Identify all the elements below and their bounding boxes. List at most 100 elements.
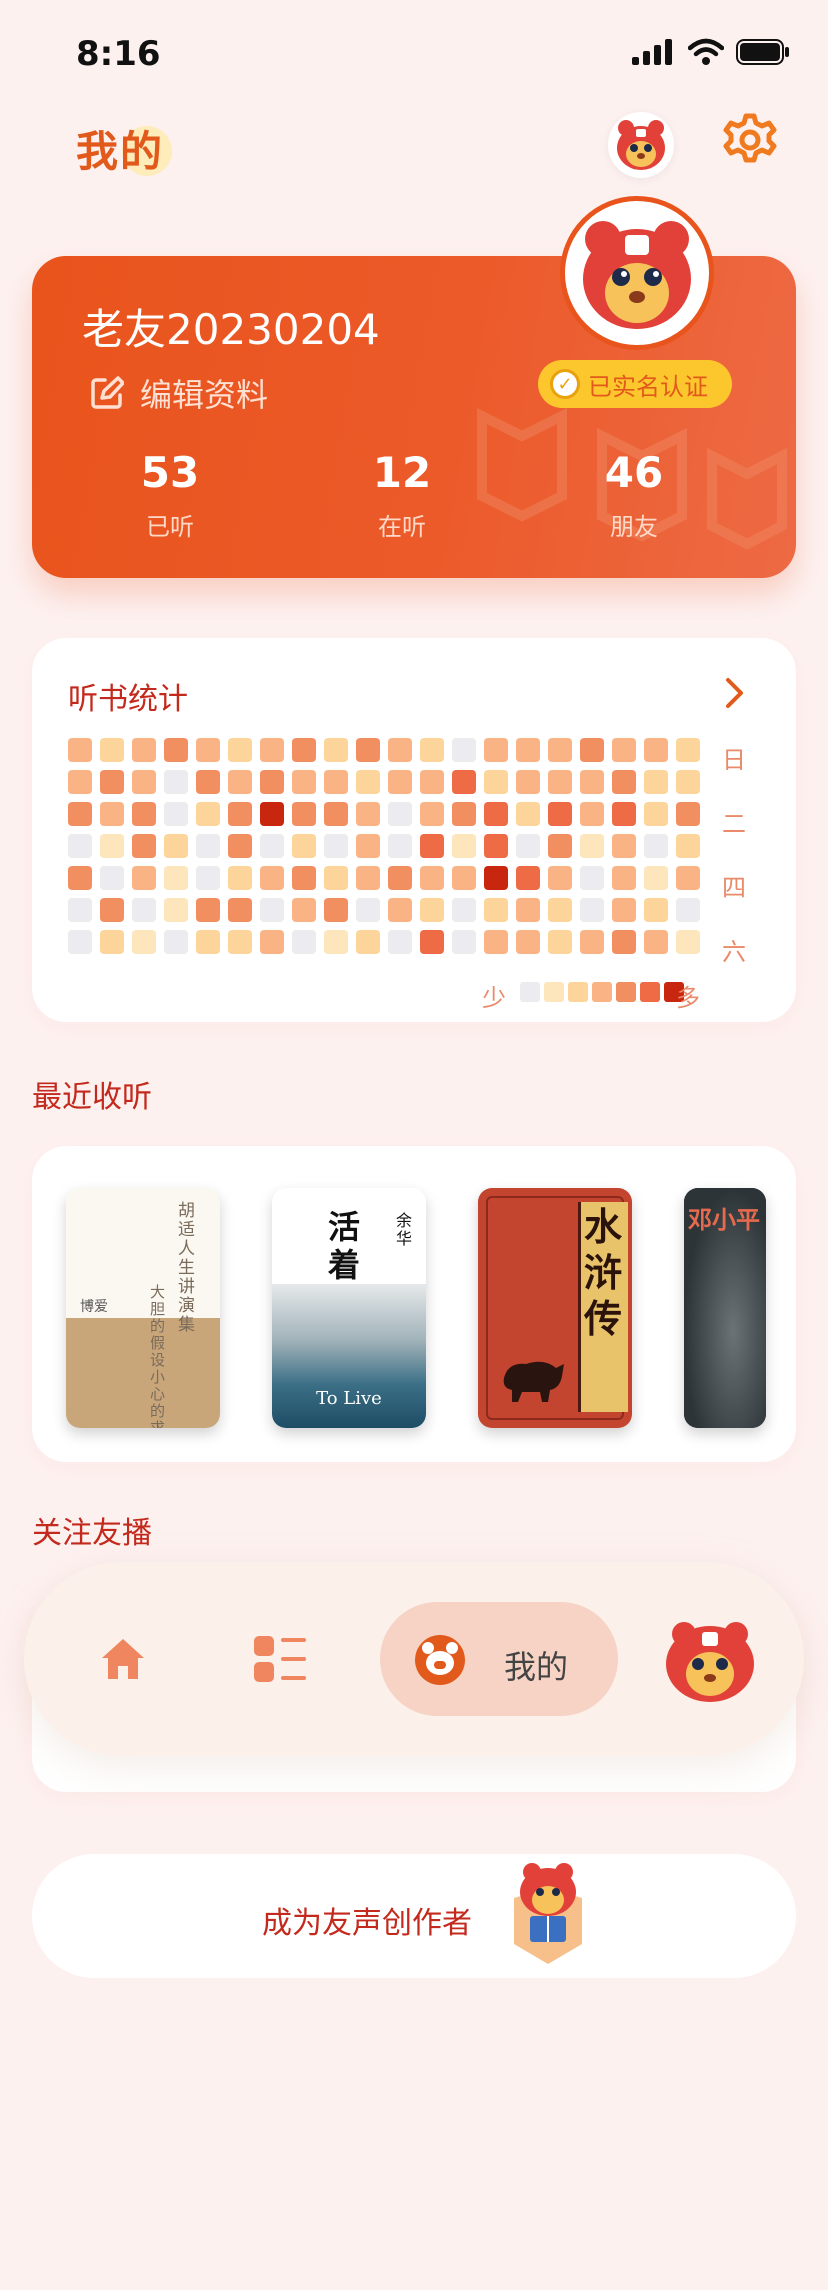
stat-listened[interactable]: 53 已听 <box>80 448 260 542</box>
heatmap-cell <box>388 802 412 826</box>
heatmap-cell <box>580 866 604 890</box>
heatmap-cell <box>164 770 188 794</box>
heatmap-cell <box>388 770 412 794</box>
heatmap-cell <box>100 866 124 890</box>
listening-stats-title: 听书统计 <box>68 682 188 717</box>
heatmap-cell <box>68 930 92 954</box>
book-subtitle: 大胆的假设 小心的求证 <box>150 1283 166 1429</box>
heatmap-cell <box>452 770 476 794</box>
edit-profile-button[interactable]: 编辑资料 <box>90 370 268 416</box>
heatmap-cell <box>676 802 700 826</box>
tab-category[interactable] <box>254 1634 306 1688</box>
heatmap-cell <box>324 930 348 954</box>
signal-icon <box>632 39 672 65</box>
heatmap-cell <box>484 738 508 762</box>
heatmap-cell <box>676 738 700 762</box>
heatmap-cell <box>612 866 636 890</box>
heatmap-cell <box>132 866 156 890</box>
heatmap-cell <box>260 738 284 762</box>
book-small-text: 博爱 <box>80 1299 108 1315</box>
heatmap-cell <box>644 898 668 922</box>
heatmap-cell <box>196 898 220 922</box>
stat-listening[interactable]: 12 在听 <box>312 448 492 542</box>
edit-icon <box>91 376 124 409</box>
heatmap-cell <box>484 770 508 794</box>
heatmap-cell <box>484 802 508 826</box>
heatmap-cell <box>452 898 476 922</box>
book-cover-water-margin[interactable]: 水浒传 <box>478 1188 632 1428</box>
username: 老友20230204 <box>82 305 380 354</box>
heatmap-cell <box>292 930 316 954</box>
heatmap-cell <box>388 930 412 954</box>
heatmap-cell <box>580 738 604 762</box>
heatmap-cell <box>612 930 636 954</box>
heatmap-cell <box>484 930 508 954</box>
tab-mascot[interactable] <box>660 1614 760 1708</box>
heatmap-cell <box>228 866 252 890</box>
listening-heatmap <box>68 738 700 954</box>
bear-mascot-icon[interactable] <box>608 112 674 178</box>
heatmap-cell <box>388 738 412 762</box>
heatmap-cell <box>292 834 316 858</box>
bear-face-icon <box>414 1634 466 1690</box>
heatmap-cell <box>452 802 476 826</box>
home-icon <box>102 1639 144 1679</box>
heatmap-cell <box>196 930 220 954</box>
heatmap-cell <box>292 770 316 794</box>
heatmap-legend <box>520 982 684 1002</box>
heatmap-cell <box>644 738 668 762</box>
heatmap-cell <box>548 770 572 794</box>
heatmap-cell <box>356 930 380 954</box>
heatmap-cell <box>676 930 700 954</box>
heatmap-cell <box>452 930 476 954</box>
heatmap-cell <box>644 834 668 858</box>
heatmap-cell <box>388 866 412 890</box>
chevron-right-icon[interactable] <box>724 676 746 710</box>
heatmap-cell <box>228 802 252 826</box>
heatmap-cell <box>580 930 604 954</box>
heatmap-cell <box>100 834 124 858</box>
become-creator-label: 成为友声创作者 <box>262 1906 472 1941</box>
heatmap-cell <box>260 834 284 858</box>
stat-value: 46 <box>604 448 664 497</box>
mascot-reading-icon <box>506 1858 590 1970</box>
heatmap-cell <box>132 738 156 762</box>
heatmap-cell <box>196 802 220 826</box>
book-title: 水浒传 <box>583 1204 622 1341</box>
avatar[interactable] <box>560 196 714 350</box>
legend-swatch <box>568 982 588 1002</box>
heatmap-cell <box>164 802 188 826</box>
heatmap-cell <box>228 738 252 762</box>
heatmap-cell <box>324 834 348 858</box>
heatmap-cell <box>516 770 540 794</box>
heatmap-cell <box>324 898 348 922</box>
heatmap-cell <box>68 738 92 762</box>
status-time: 8:16 <box>76 34 161 74</box>
tab-me-label: 我的 <box>504 1648 569 1686</box>
heatmap-cell <box>100 898 124 922</box>
heatmap-cell <box>68 770 92 794</box>
heatmap-cell <box>228 898 252 922</box>
heatmap-cell <box>260 898 284 922</box>
bear-mascot-icon <box>666 1622 754 1702</box>
heatmap-cell <box>356 834 380 858</box>
tab-home[interactable] <box>98 1634 148 1688</box>
book-cover-to-live[interactable]: 活着 余华 To Live <box>272 1188 426 1428</box>
book-cover-hushi[interactable]: 胡适人生讲演集 大胆的假设 小心的求证 博爱 <box>66 1188 220 1428</box>
heatmap-cell <box>580 802 604 826</box>
battery-icon <box>736 39 789 65</box>
book-subtitle: To Live <box>316 1388 382 1409</box>
heatmap-cell <box>68 802 92 826</box>
heatmap-cell <box>164 834 188 858</box>
heatmap-cell <box>100 770 124 794</box>
stat-friends[interactable]: 46 朋友 <box>544 448 724 542</box>
book-cover-deng[interactable]: 邓小平 <box>684 1188 766 1428</box>
gear-icon[interactable] <box>722 112 778 168</box>
legend-more: 多 <box>676 984 700 1012</box>
heatmap-cell <box>676 770 700 794</box>
heatmap-cell <box>548 930 572 954</box>
heatmap-cell <box>580 770 604 794</box>
legend-swatch <box>592 982 612 1002</box>
heatmap-cell <box>420 802 444 826</box>
heatmap-cell <box>68 898 92 922</box>
